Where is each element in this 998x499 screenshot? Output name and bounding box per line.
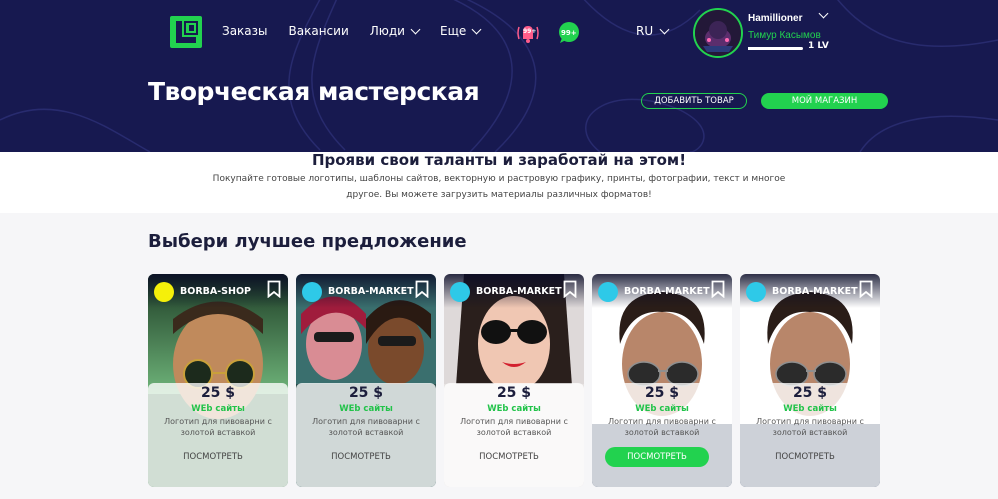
messages-badge: 99+ <box>561 29 577 37</box>
card-info: 25 $ WEb сайты Логотип для пивоварни с з… <box>592 383 732 487</box>
main-nav: Заказы Вакансии Люди Еще <box>222 24 501 38</box>
header-hero: Заказы Вакансии Люди Еще 99+ 99+ RU Hami… <box>0 0 998 152</box>
price: 25 $ <box>496 385 532 401</box>
category: WEb сайты <box>191 404 245 414</box>
store-avatar <box>450 282 470 302</box>
category: WEb сайты <box>487 404 541 414</box>
price: 25 $ <box>792 385 828 401</box>
description: Логотип для пивоварни с золотой вставкой <box>164 417 272 437</box>
chevron-down-icon <box>471 24 482 34</box>
card-header: BORBA-MARKET <box>740 274 880 308</box>
nav-item-vacancies[interactable]: Вакансии <box>289 24 349 38</box>
view-button[interactable]: ПОСМОТРЕТЬ <box>753 447 857 467</box>
bookmark-icon[interactable] <box>859 280 873 298</box>
description: Логотип для пивоварни с золотой вставкой <box>312 417 420 437</box>
bookmark-icon[interactable] <box>563 280 577 298</box>
store-avatar <box>598 282 618 302</box>
messages-button[interactable]: 99+ <box>558 22 580 44</box>
offer-card[interactable]: BORBA-MARKET 25 $ WEb сайты Логотип для … <box>296 274 436 487</box>
notifications-badge: 99+ <box>523 28 537 35</box>
language-label: RU <box>636 24 654 38</box>
section-title: Выбери лучшее предложение <box>148 231 467 252</box>
offer-card[interactable]: BORBA-MARKET 25 $ WEb сайты Логотип для … <box>444 274 584 487</box>
store-name[interactable]: BORBA-MARKET <box>624 286 710 297</box>
avatar[interactable] <box>693 8 743 58</box>
category: WEb сайты <box>339 404 393 414</box>
store-avatar <box>154 282 174 302</box>
offer-card[interactable]: BORBA-SHOP 25 $ WEb сайты Логотип для пи… <box>148 274 288 487</box>
nav-label: Заказы <box>222 24 268 38</box>
level-progress-bar <box>748 47 803 50</box>
my-store-button[interactable]: МОЙ МАГАЗИН <box>761 93 888 109</box>
store-name[interactable]: BORBA-SHOP <box>180 286 251 297</box>
card-info: 25 $ WEb сайты Логотип для пивоварни с з… <box>740 383 880 487</box>
card-info: 25 $ WEb сайты Логотип для пивоварни с з… <box>296 383 436 487</box>
level-label: 1 LV <box>808 41 829 51</box>
card-header: BORBA-MARKET <box>444 274 584 308</box>
nav-item-people[interactable]: Люди <box>369 24 421 38</box>
store-name[interactable]: BORBA-MARKET <box>476 286 562 297</box>
nav-label: Люди <box>369 24 405 38</box>
avatar-image <box>695 10 741 56</box>
nav-label: Вакансии <box>288 24 349 38</box>
add-product-button[interactable]: ДОБАВИТЬ ТОВАР <box>641 93 747 109</box>
card-header: BORBA-MARKET <box>296 274 436 308</box>
card-info: 25 $ WEb сайты Логотип для пивоварни с з… <box>148 383 288 487</box>
price: 25 $ <box>348 385 384 401</box>
view-button[interactable]: ПОСМОТРЕТЬ <box>605 447 709 467</box>
card-info: 25 $ WEb сайты Логотип для пивоварни с з… <box>444 383 584 487</box>
chevron-down-icon <box>410 24 421 34</box>
category: WEb сайты <box>783 404 837 414</box>
nav-item-more[interactable]: Еще <box>439 24 482 38</box>
description: Логотип для пивоварни с золотой вставкой <box>756 417 864 437</box>
offers-list: BORBA-SHOP 25 $ WEb сайты Логотип для пи… <box>148 274 880 487</box>
chevron-down-icon <box>659 24 670 34</box>
description: Логотип для пивоварни с золотой вставкой <box>460 417 568 437</box>
bookmark-icon[interactable] <box>415 280 429 298</box>
description: Логотип для пивоварни с золотой вставкой <box>608 417 716 437</box>
view-button[interactable]: ПОСМОТРЕТЬ <box>161 447 265 467</box>
view-button[interactable]: ПОСМОТРЕТЬ <box>457 447 561 467</box>
user-real-name: Тимур Касымов <box>748 30 821 41</box>
store-avatar <box>746 282 766 302</box>
store-name[interactable]: BORBA-MARKET <box>772 286 858 297</box>
page-title: Творческая мастерская <box>148 77 480 106</box>
nav-label: Еще <box>439 24 467 38</box>
category: WEb сайты <box>635 404 689 414</box>
notifications-button[interactable]: 99+ <box>515 22 541 44</box>
bookmark-icon[interactable] <box>267 280 281 298</box>
nav-item-orders[interactable]: Заказы <box>222 24 268 38</box>
bookmark-icon[interactable] <box>711 280 725 298</box>
card-header: BORBA-SHOP <box>148 274 288 308</box>
intro-title: Прояви свои таланты и заработай на этом! <box>311 151 687 169</box>
card-header: BORBA-MARKET <box>592 274 732 308</box>
offer-card[interactable]: BORBA-MARKET 25 $ WEb сайты Логотип для … <box>740 274 880 487</box>
store-avatar <box>302 282 322 302</box>
view-button[interactable]: ПОСМОТРЕТЬ <box>309 447 413 467</box>
offer-card[interactable]: BORBA-MARKET 25 $ WEb сайты Логотип для … <box>592 274 732 487</box>
price: 25 $ <box>644 385 680 401</box>
intro-text: Покупайте готовые логотипы, шаблоны сайт… <box>212 174 786 200</box>
language-selector[interactable]: RU <box>636 24 670 38</box>
level-progress-fill <box>748 47 790 50</box>
store-name[interactable]: BORBA-MARKET <box>328 286 414 297</box>
price: 25 $ <box>200 385 236 401</box>
intro-section: Прояви свои таланты и заработай на этом!… <box>0 151 998 213</box>
background-pattern <box>0 0 998 152</box>
logo-icon[interactable] <box>170 16 202 48</box>
